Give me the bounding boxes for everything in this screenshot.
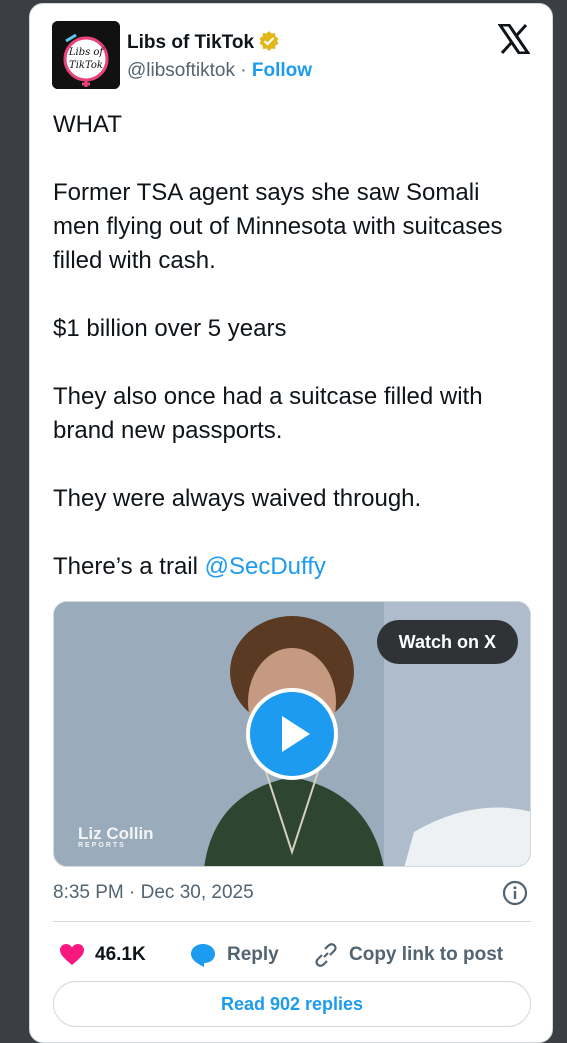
tweet-line-4: They were always waived through. [53,485,422,512]
verified-badge-icon [258,30,280,58]
video-watermark: Liz Collin REPORTS [78,824,154,849]
tweet-line-5: There’s a trail @SecDuffy [53,550,523,584]
video-player[interactable]: Watch on X Liz Collin REPORTS [53,601,531,867]
info-icon[interactable] [502,880,528,911]
read-replies-button[interactable]: Read 902 replies [53,981,531,1027]
author-name[interactable]: Libs of TikTok [127,30,280,58]
heart-icon [60,944,84,965]
tweet-line-5-text: There’s a trail [53,553,205,580]
tweet-card: Libs of TikTok Libs of TikTok @libsoftik… [29,3,553,1043]
link-icon [315,943,337,967]
tweet-line-3: They also once had a suitcase filled wit… [53,383,483,444]
mention-link[interactable]: @SecDuffy [205,553,326,580]
tweet-text: WHAT Former TSA agent says she saw Somal… [53,108,523,584]
tweet-line-1: Former TSA agent says she saw Somali men… [53,179,503,274]
divider [53,921,531,922]
reply-bubble-icon [191,944,215,967]
author-handle[interactable]: @libsoftiktok [127,60,235,81]
play-button-icon[interactable] [246,688,338,780]
tweet-line-2: $1 billion over 5 years [53,315,287,342]
avatar-text-1: Libs of [68,47,106,58]
reply-label: Reply [227,944,279,965]
like-button[interactable]: 46.1K [59,938,146,972]
x-logo-icon[interactable] [497,23,531,59]
handle-line: @libsoftiktok · Follow [127,60,312,82]
author-name-text: Libs of TikTok [127,32,255,53]
watch-on-x-button[interactable]: Watch on X [376,620,518,664]
avatar-text-2: TikTok [69,60,103,71]
watermark-name: Liz Collin [78,824,154,843]
avatar[interactable]: Libs of TikTok [52,21,120,89]
copy-link-label: Copy link to post [349,944,504,965]
separator-dot: · [240,60,247,81]
action-bar: 46.1K Reply Copy link to post [53,938,531,972]
follow-button[interactable]: Follow [252,60,312,81]
tweet-timestamp[interactable]: 8:35 PM · Dec 30, 2025 [53,882,254,904]
copy-link-button[interactable]: Copy link to post [313,938,503,972]
like-count: 46.1K [95,944,146,965]
reply-button[interactable]: Reply [189,938,279,972]
tweet-line-what: WHAT [53,111,122,138]
